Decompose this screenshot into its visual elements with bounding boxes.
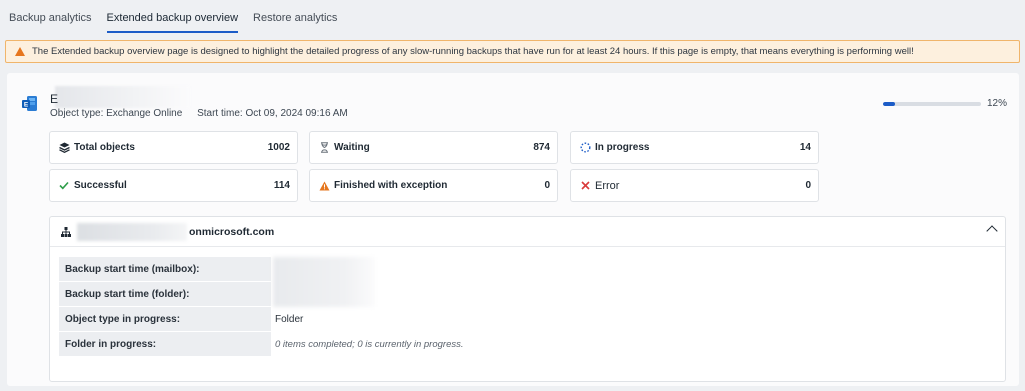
svg-text:E: E	[24, 102, 29, 109]
hourglass-icon	[318, 142, 330, 153]
check-icon	[58, 181, 70, 190]
backup-object-card: E E Object type: Exchange Online Start t…	[7, 73, 1019, 386]
close-icon	[579, 181, 591, 190]
tab-extended-backup-overview[interactable]: Extended backup overview	[106, 0, 239, 33]
backup-progress-fill	[883, 102, 895, 106]
tab-bar: Backup analytics Extended backup overvie…	[0, 0, 1025, 34]
object-meta: Object type: Exchange Online Start time:…	[50, 108, 348, 119]
banner-text: The Extended backup overview page is des…	[32, 46, 914, 57]
detail-row: Object type in progress: Folder	[59, 307, 464, 332]
stat-in-progress: In progress 14	[570, 131, 819, 164]
exchange-icon: E	[22, 96, 37, 111]
object-name-redaction	[55, 86, 190, 108]
tenant-name-redaction	[77, 222, 187, 241]
start-time-redaction	[273, 257, 375, 307]
info-banner: The Extended backup overview page is des…	[5, 40, 1020, 63]
object-name: E	[50, 92, 59, 106]
backup-progress-label: 12%	[987, 98, 1008, 109]
tenant-domain: onmicrosoft.com	[189, 225, 275, 238]
object-type: Object type: Exchange Online	[50, 108, 183, 119]
spinner-icon	[579, 142, 591, 153]
stat-error: Error 0	[570, 169, 819, 202]
tenant-detail-header[interactable]: onmicrosoft.com	[50, 217, 1005, 247]
detail-row: Folder in progress: 0 items completed; 0…	[59, 332, 464, 357]
stat-waiting: Waiting 874	[309, 131, 558, 164]
org-tree-icon	[61, 226, 71, 237]
backup-progress-bar	[883, 102, 981, 106]
tab-backup-analytics[interactable]: Backup analytics	[9, 0, 92, 31]
detail-table: Backup start time (mailbox): Backup star…	[59, 257, 464, 357]
chevron-up-icon[interactable]	[986, 225, 998, 237]
object-start-time: Start time: Oct 09, 2024 09:16 AM	[197, 108, 348, 119]
detail-row: Backup start time (mailbox):	[59, 257, 464, 282]
warning-icon	[15, 47, 25, 56]
stack-icon	[58, 142, 70, 153]
detail-row: Backup start time (folder):	[59, 282, 464, 307]
stat-successful: Successful 114	[49, 169, 298, 202]
tenant-detail-section: onmicrosoft.com Backup start time (mailb…	[49, 216, 1006, 382]
warning-icon	[318, 181, 330, 191]
tab-restore-analytics[interactable]: Restore analytics	[253, 0, 337, 31]
stat-finished-with-exception: Finished with exception 0	[309, 169, 558, 202]
stat-total-objects: Total objects 1002	[49, 131, 298, 164]
